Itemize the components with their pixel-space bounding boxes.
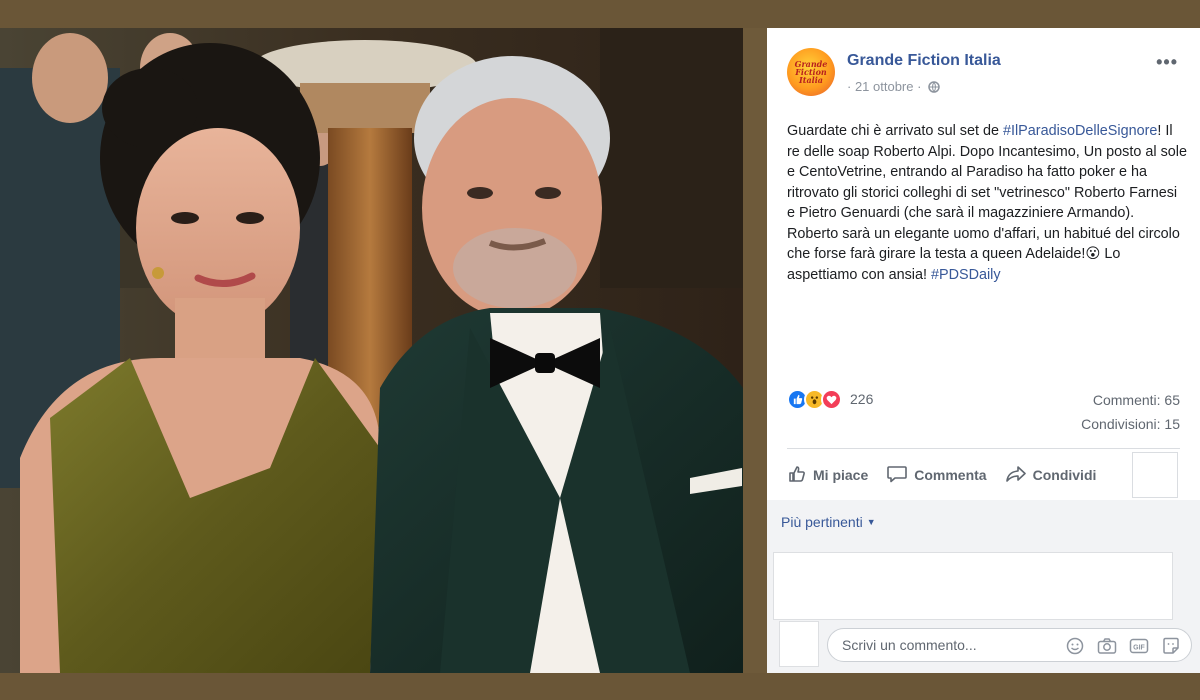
comments-count-link[interactable]: Commenti: 65: [1093, 392, 1180, 408]
page-name-link[interactable]: Grande Fiction Italia: [847, 52, 1001, 70]
globe-icon: [928, 81, 940, 96]
comment-bubble-icon: [886, 464, 914, 487]
sort-label: Più pertinenti: [781, 514, 863, 530]
comment-composer[interactable]: GIF: [827, 628, 1192, 662]
post-message: Guardate chi è arrivato sul set de #IlPa…: [787, 121, 1187, 285]
more-icon[interactable]: •••: [1156, 52, 1178, 73]
reaction-count: 226: [850, 391, 874, 407]
gif-icon[interactable]: GIF: [1129, 636, 1149, 656]
comment-label: Commenta: [914, 467, 987, 483]
photo-illustration: [0, 28, 743, 673]
comment-placeholder-card: [773, 552, 1173, 620]
share-arrow-icon: [1005, 464, 1033, 487]
frame-bottom: [0, 673, 1200, 700]
hashtag-link-pdsdaily[interactable]: #PDSDaily: [931, 267, 1001, 283]
post-photo[interactable]: [0, 28, 743, 673]
comment-input[interactable]: [842, 637, 1042, 653]
share-label: Condividi: [1032, 467, 1097, 483]
avatar: [779, 621, 819, 667]
composer-icons: GIF: [1053, 636, 1181, 656]
reactions-summary[interactable]: 226: [787, 387, 873, 411]
post-actions: Mi piace Commenta Condividi: [787, 460, 1180, 490]
frame-top: [0, 0, 1200, 28]
camera-icon[interactable]: [1097, 636, 1117, 656]
hashtag-link-paradiso[interactable]: #IlParadisoDelleSignore: [1003, 123, 1157, 139]
comment-button[interactable]: Commenta: [886, 464, 987, 487]
shares-count-link[interactable]: Condivisioni: 15: [1081, 416, 1180, 432]
sticker-icon[interactable]: [1161, 636, 1181, 656]
love-reaction-icon: [821, 388, 842, 410]
svg-text:GIF: GIF: [1133, 644, 1145, 651]
like-button[interactable]: Mi piace: [787, 464, 868, 487]
emoji-icon[interactable]: [1065, 636, 1085, 656]
post-panel: Grande Fiction Italia Grande Fiction Ita…: [767, 28, 1200, 673]
page-avatar-logo-text: Grande Fiction Italia: [794, 59, 828, 85]
comment-sort-dropdown[interactable]: Più pertinenti ▼: [781, 514, 876, 530]
like-label: Mi piace: [813, 467, 869, 483]
page-avatar[interactable]: Grande Fiction Italia: [787, 48, 835, 96]
divider: [787, 448, 1180, 449]
thumbs-up-icon: [787, 464, 813, 487]
post-text-part-1: Guardate chi è arrivato sul set de: [787, 123, 1003, 139]
share-button[interactable]: Condividi: [1005, 464, 1097, 487]
caret-down-icon: ▼: [866, 517, 876, 527]
post-timestamp[interactable]: · 21 ottobre ·: [847, 79, 940, 96]
page-profile-thumbnail[interactable]: [1132, 452, 1178, 498]
post-date-text: · 21 ottobre ·: [847, 79, 922, 94]
